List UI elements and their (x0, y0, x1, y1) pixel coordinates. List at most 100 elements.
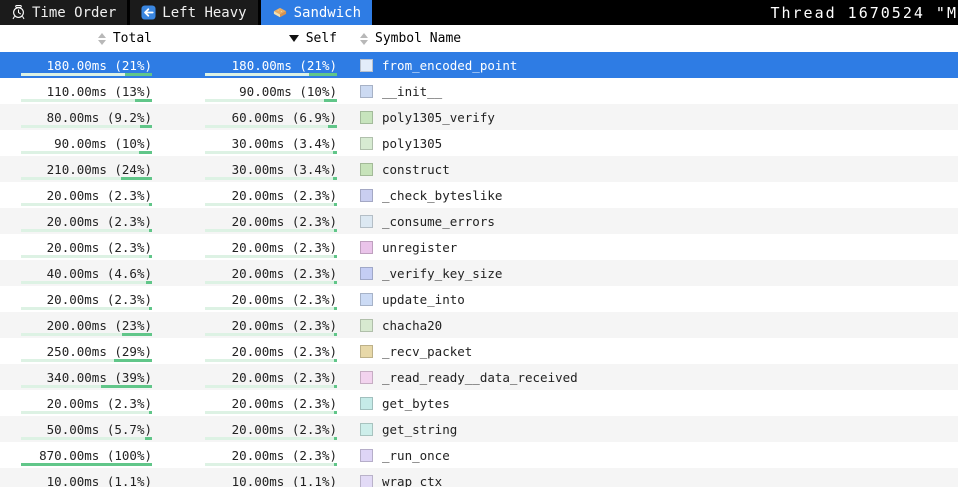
total-percent-bar (21, 333, 152, 336)
self-cell: 20.00ms (2.3%) (152, 286, 337, 312)
total-cell: 20.00ms (2.3%) (0, 286, 152, 312)
total-bar-fill (114, 359, 152, 362)
column-header-symbol-name[interactable]: Symbol Name (337, 31, 461, 46)
self-bar-fill (327, 125, 337, 128)
self-bar-fill (333, 255, 337, 258)
self-percent-bar (205, 229, 337, 232)
total-bar-fill (100, 385, 152, 388)
symbol-color-swatch (360, 266, 373, 280)
self-cell: 90.00ms (10%) (152, 78, 337, 104)
total-value: 20.00ms (2.3%) (46, 395, 152, 411)
total-bar-fill (149, 411, 152, 414)
total-bar-fill (120, 177, 152, 180)
total-cell: 50.00ms (5.7%) (0, 416, 152, 442)
self-cell: 20.00ms (2.3%) (152, 416, 337, 442)
total-cell: 180.00ms (21%) (0, 52, 152, 78)
symbol-cell: _recv_packet (337, 338, 958, 364)
total-bar-fill (134, 99, 152, 102)
self-value: 20.00ms (2.3%) (231, 317, 337, 333)
table-row[interactable]: 20.00ms (2.3%) 20.00ms (2.3%) _check_byt… (0, 182, 958, 208)
symbol-label: wrap_ctx (382, 473, 443, 487)
total-cell: 20.00ms (2.3%) (0, 234, 152, 260)
tab-label: Left Heavy (162, 4, 247, 21)
self-cell: 20.00ms (2.3%) (152, 338, 337, 364)
self-value: 20.00ms (2.3%) (231, 265, 337, 281)
table-row[interactable]: 20.00ms (2.3%) 20.00ms (2.3%) _consume_e… (0, 208, 958, 234)
symbol-color-swatch (360, 136, 373, 150)
thread-selector[interactable]: Thread 1670524 "M (762, 0, 958, 25)
self-bar-fill (309, 73, 337, 76)
self-percent-bar (205, 463, 337, 466)
column-header-self[interactable]: Self (152, 31, 337, 46)
self-percent-bar (205, 99, 337, 102)
table-row[interactable]: 40.00ms (4.6%) 20.00ms (2.3%) _verify_ke… (0, 260, 958, 286)
table-row[interactable]: 80.00ms (9.2%) 60.00ms (6.9%) poly1305_v… (0, 104, 958, 130)
table-row[interactable]: 200.00ms (23%) 20.00ms (2.3%) chacha20 (0, 312, 958, 338)
self-percent-bar (205, 73, 337, 76)
table-row[interactable]: 20.00ms (2.3%) 20.00ms (2.3%) get_bytes (0, 390, 958, 416)
symbol-color-swatch (360, 448, 373, 462)
self-percent-bar (205, 333, 337, 336)
symbol-label: _verify_key_size (382, 265, 503, 281)
total-value: 20.00ms (2.3%) (46, 187, 152, 203)
symbol-cell: _consume_errors (337, 208, 958, 234)
self-cell: 20.00ms (2.3%) (152, 442, 337, 468)
self-percent-bar (205, 177, 337, 180)
symbol-label: _check_byteslike (382, 187, 503, 203)
table-row[interactable]: 50.00ms (5.7%) 20.00ms (2.3%) get_string (0, 416, 958, 442)
total-cell: 10.00ms (1.1%) (0, 468, 152, 487)
tab-left-heavy[interactable]: Left Heavy (130, 0, 258, 25)
self-value: 60.00ms (6.9%) (231, 109, 337, 125)
table-row[interactable]: 250.00ms (29%) 20.00ms (2.3%) _recv_pack… (0, 338, 958, 364)
total-bar-fill (124, 73, 152, 76)
tab-time-order[interactable]: Time Order (0, 0, 128, 25)
self-percent-bar (205, 385, 337, 388)
self-bar-fill (333, 385, 337, 388)
self-value: 90.00ms (10%) (239, 83, 337, 99)
total-percent-bar (21, 411, 152, 414)
symbol-label: __init__ (382, 83, 443, 99)
total-cell: 110.00ms (13%) (0, 78, 152, 104)
total-percent-bar (21, 359, 152, 362)
symbol-label: construct (382, 161, 450, 177)
self-bar-fill (333, 203, 337, 206)
table-row[interactable]: 20.00ms (2.3%) 20.00ms (2.3%) unregister (0, 234, 958, 260)
total-value: 210.00ms (24%) (46, 161, 152, 177)
symbol-color-swatch (360, 396, 373, 410)
table-row[interactable]: 110.00ms (13%) 90.00ms (10%) __init__ (0, 78, 958, 104)
symbol-color-swatch (360, 292, 373, 306)
self-cell: 20.00ms (2.3%) (152, 208, 337, 234)
table-row[interactable]: 870.00ms (100%) 20.00ms (2.3%) _run_once (0, 442, 958, 468)
self-value: 20.00ms (2.3%) (231, 447, 337, 463)
symbol-cell: _run_once (337, 442, 958, 468)
table-row[interactable]: 20.00ms (2.3%) 20.00ms (2.3%) update_int… (0, 286, 958, 312)
self-cell: 20.00ms (2.3%) (152, 312, 337, 338)
total-value: 110.00ms (13%) (46, 83, 152, 99)
sandwich-icon (272, 5, 288, 20)
total-cell: 20.00ms (2.3%) (0, 208, 152, 234)
total-value: 20.00ms (2.3%) (46, 239, 152, 255)
self-cell: 30.00ms (3.4%) (152, 156, 337, 182)
self-value: 20.00ms (2.3%) (231, 213, 337, 229)
self-cell: 30.00ms (3.4%) (152, 130, 337, 156)
symbol-color-swatch (360, 110, 373, 124)
table-row[interactable]: 180.00ms (21%) 180.00ms (21%) from_encod… (0, 52, 958, 78)
tab-sandwich[interactable]: Sandwich (260, 0, 373, 25)
sort-icon-total (97, 32, 106, 45)
total-cell: 90.00ms (10%) (0, 130, 152, 156)
total-bar-fill (21, 463, 152, 466)
self-value: 20.00ms (2.3%) (231, 395, 337, 411)
table-row[interactable]: 340.00ms (39%) 20.00ms (2.3%) _read_read… (0, 364, 958, 390)
table-row[interactable]: 10.00ms (1.1%) 10.00ms (1.1%) wrap_ctx (0, 468, 958, 487)
total-cell: 20.00ms (2.3%) (0, 182, 152, 208)
table-row[interactable]: 210.00ms (24%) 30.00ms (3.4%) construct (0, 156, 958, 182)
symbol-color-swatch (360, 474, 373, 487)
total-bar-fill (149, 307, 152, 310)
total-cell: 40.00ms (4.6%) (0, 260, 152, 286)
self-value: 30.00ms (3.4%) (231, 135, 337, 151)
tab-label: Sandwich (293, 4, 362, 21)
self-cell: 10.00ms (1.1%) (152, 468, 337, 487)
symbol-label: get_string (382, 421, 458, 437)
table-row[interactable]: 90.00ms (10%) 30.00ms (3.4%) poly1305 (0, 130, 958, 156)
column-header-total[interactable]: Total (0, 31, 152, 46)
